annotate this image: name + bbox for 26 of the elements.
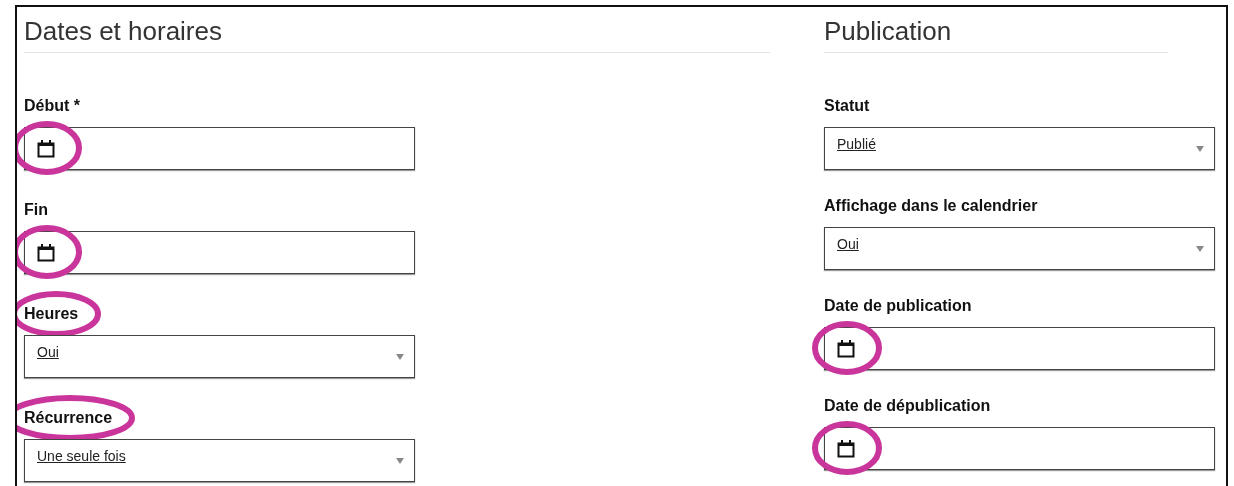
calendar-icon[interactable] bbox=[837, 339, 855, 358]
caret-icon bbox=[1196, 246, 1204, 252]
dropdown[interactable]: Publié bbox=[824, 127, 1215, 170]
section-title: Dates et horaires bbox=[24, 7, 770, 53]
dropdown[interactable]: Oui bbox=[24, 335, 415, 378]
field-label: Heures bbox=[24, 304, 79, 324]
date-field[interactable] bbox=[24, 127, 415, 170]
date-field[interactable] bbox=[824, 327, 1215, 370]
calendar-icon[interactable] bbox=[37, 139, 55, 158]
caret-icon bbox=[396, 354, 404, 360]
field-label: Début * bbox=[24, 96, 80, 116]
field-label: Date de publication bbox=[824, 296, 972, 316]
field-label: Fin bbox=[24, 200, 48, 220]
field-label: Affichage dans le calendrier bbox=[824, 196, 1038, 216]
field-label: Date de dépublication bbox=[824, 396, 991, 416]
dropdown[interactable]: Oui bbox=[824, 227, 1215, 270]
field-label: Récurrence bbox=[24, 408, 113, 428]
date-field[interactable] bbox=[24, 231, 415, 274]
dropdown[interactable]: Une seule fois bbox=[24, 439, 415, 482]
calendar-icon[interactable] bbox=[837, 439, 855, 458]
section-title: Publication bbox=[824, 7, 1168, 53]
calendar-icon[interactable] bbox=[37, 243, 55, 262]
caret-icon bbox=[396, 458, 404, 464]
date-field[interactable] bbox=[824, 427, 1215, 470]
caret-icon bbox=[1196, 146, 1204, 152]
field-label: Statut bbox=[824, 96, 870, 116]
